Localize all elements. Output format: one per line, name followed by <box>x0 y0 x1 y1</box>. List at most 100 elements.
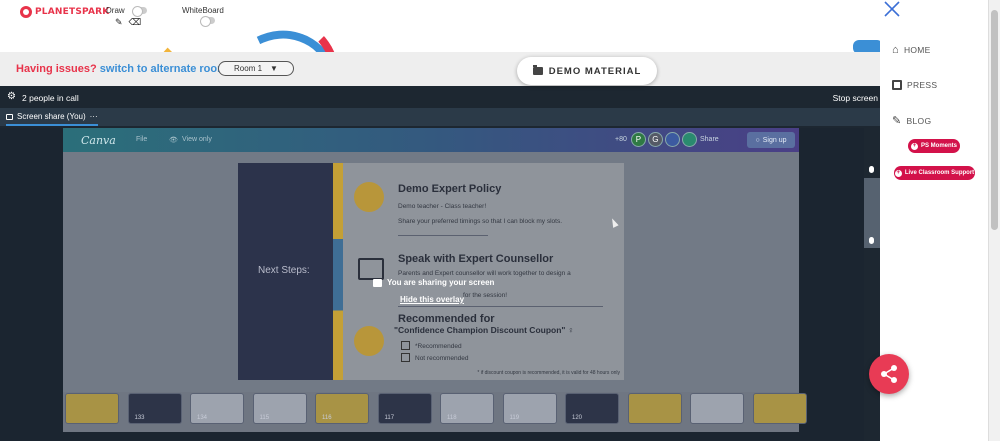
issue-prefix: Having issues? <box>16 63 97 75</box>
policy-icon <box>354 182 384 212</box>
pencil-icon[interactable]: ✎ <box>115 17 123 28</box>
slide-thumbnail <box>690 393 744 424</box>
whiteboard-switch[interactable] <box>200 16 215 27</box>
divider <box>398 306 603 307</box>
s1-title: Demo Expert Policy <box>398 183 502 195</box>
tab-screen-share-label: Screen share (You) <box>17 112 86 121</box>
slide-thumbnail: 115 <box>252 393 307 424</box>
canva-menu-view-only: View only <box>182 136 212 143</box>
s3-sub: "Confidence Champion Discount Coupon" ♀ <box>394 325 575 335</box>
slide-thumbnail: 119 <box>502 393 557 424</box>
slide-note: * if discount coupon is recommended, it … <box>477 370 620 376</box>
ps-moments-button[interactable]: + PS Moments <box>908 139 960 153</box>
demo-material-button[interactable]: DEMO MATERIAL <box>517 57 657 85</box>
counsellor-icon <box>358 258 384 280</box>
slide-thumbnail: 117 <box>377 393 432 424</box>
slide-thumbnails: 133 134 115 116 117 118 119 120 <box>63 392 807 432</box>
ps-moments-label: PS Moments <box>920 143 957 149</box>
home-icon: ⌂ <box>892 44 899 56</box>
thumbnail-count: 118 <box>447 415 457 421</box>
newspaper-icon <box>892 80 902 90</box>
hide-overlay-link[interactable]: Hide this overlay <box>400 295 464 304</box>
canva-logo-small-icon: ○ <box>755 136 760 144</box>
avatar: G <box>647 132 663 147</box>
nav-item-press-label: PRESS <box>907 80 938 90</box>
whiteboard-label: WhiteBoard <box>182 6 224 15</box>
stop-screen-button[interactable]: Stop screen <box>833 93 878 103</box>
more-icon[interactable]: ··· <box>90 112 98 121</box>
plus-icon: + <box>910 142 918 150</box>
recommended-checkbox <box>401 341 410 350</box>
sharing-overlay-message: You are sharing your screen <box>373 278 494 287</box>
sharing-overlay-text: You are sharing your screen <box>387 278 495 287</box>
opt1-label: *Recommended <box>415 343 462 350</box>
slide-thumbnail: 134 <box>190 393 244 424</box>
demo-material-label: DEMO MATERIAL <box>548 65 642 77</box>
gear-icon[interactable]: ⚙ <box>7 91 16 102</box>
scrollbar-thumb[interactable] <box>991 10 998 230</box>
nav-item-blog[interactable]: ✎ BLOG <box>892 114 931 127</box>
share-button[interactable] <box>869 354 909 394</box>
draw-tools: ✎ ⌫ <box>115 17 141 28</box>
thumbnail-count: 134 <box>197 415 208 421</box>
slide-thumbnail <box>627 393 682 424</box>
s2-line2: for the session! <box>463 292 508 299</box>
avatar <box>681 132 697 147</box>
slide-thumbnail: 133 <box>127 393 182 424</box>
pencil-icon: ✎ <box>892 115 902 127</box>
slide-thumbnail <box>65 393 119 424</box>
slide-thumbnail: 118 <box>440 393 494 424</box>
coupon-icon <box>354 326 384 356</box>
room-select-value: Room 1 <box>234 64 263 73</box>
canva-menu-file: File <box>136 136 148 143</box>
opt2-label: Not recommended <box>415 355 469 362</box>
microphone-icon[interactable] <box>869 237 874 244</box>
eraser-icon[interactable]: ⌫ <box>129 17 142 28</box>
avatar <box>664 132 680 147</box>
dropdown-arrow-icon: ▼ <box>270 64 278 73</box>
alternate-room-link[interactable]: switch to alternate room <box>100 63 227 75</box>
call-header: ⚙ 2 people in call Stop screen <box>0 86 880 108</box>
screen-share-icon <box>373 278 382 287</box>
draw-switch[interactable] <box>131 6 147 18</box>
participant-video-tile[interactable] <box>864 160 880 248</box>
canva-signup: ○ Sign up <box>747 132 795 148</box>
issue-bar: Having issues? switch to alternate room … <box>0 52 880 86</box>
whiteboard-toggle[interactable]: WhiteBoard <box>182 6 224 15</box>
planetspark-logo[interactable]: PLANETSPARK <box>20 6 109 18</box>
canva-collaborators: +80 P G <box>615 132 697 147</box>
room-select[interactable]: Room 1 ▼ <box>218 61 294 76</box>
canva-logo: Canva <box>81 134 116 147</box>
plus-icon: + <box>894 169 902 177</box>
nav-item-home[interactable]: ⌂ HOME <box>892 44 931 56</box>
page-scrollbar[interactable] <box>988 0 1000 441</box>
thumbnail-count: 119 <box>509 415 520 421</box>
issue-text: Having issues? switch to alternate room <box>16 63 227 75</box>
s3-title: Recommended for <box>398 313 495 325</box>
tab-screen-share[interactable]: Screen share (You) ··· <box>6 112 98 126</box>
s1-line2: Share your preferred timings so that I c… <box>398 218 563 225</box>
people-count: 2 people in call <box>22 93 79 103</box>
slide-thumbnail <box>752 393 807 424</box>
nav-item-home-label: HOME <box>903 45 931 55</box>
s2-line1: Parents and Expert counsellor will work … <box>398 270 571 277</box>
app-root: PLANETSPARK Draw ✎ ⌫ WhiteBoard Having i… <box>0 0 1000 441</box>
logo-mark-icon <box>20 6 32 18</box>
slide-thumbnail: 116 <box>315 393 369 424</box>
close-icon[interactable] <box>883 0 901 18</box>
live-support-label: Live Classroom Support <box>904 170 975 176</box>
nav-item-press[interactable]: PRESS <box>892 80 937 90</box>
thumbnail-count: 115 <box>259 415 270 421</box>
folder-icon <box>532 65 543 75</box>
not-recommended-checkbox <box>401 353 410 362</box>
canva-signup-label: Sign up <box>762 136 787 144</box>
slide-left-panel: Next Steps: <box>238 163 333 380</box>
microphone-icon[interactable] <box>869 166 874 173</box>
live-support-button[interactable]: + Live Classroom Support <box>894 166 975 180</box>
top-toolbar: PLANETSPARK Draw ✎ ⌫ WhiteBoard <box>0 0 880 32</box>
screen-share-icon <box>6 113 13 120</box>
draw-toggle[interactable]: Draw <box>106 6 147 18</box>
thumbnail-count: 133 <box>134 415 145 421</box>
share-icon <box>881 365 897 383</box>
nav-item-blog-label: BLOG <box>906 115 932 126</box>
